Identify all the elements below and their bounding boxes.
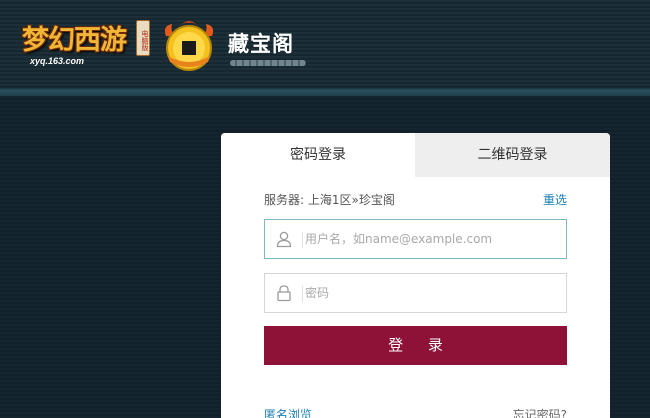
reselect-server-link[interactable]: 重选 xyxy=(543,191,567,208)
site-logo-subtitle xyxy=(230,60,306,66)
header-divider xyxy=(0,86,650,96)
user-icon xyxy=(276,231,292,248)
site-header: 梦幻西游 电脑版 xyq.163.com 藏宝阁 xyxy=(0,0,650,86)
lock-icon xyxy=(277,285,291,302)
login-tabs: 密码登录 二维码登录 xyxy=(221,133,610,177)
coin-icon xyxy=(164,21,214,71)
server-row: 服务器: 上海1区»珍宝阁 重选 xyxy=(264,191,567,209)
anonymous-browse-link[interactable]: 匿名浏览 xyxy=(264,406,312,418)
password-input[interactable] xyxy=(303,274,565,312)
site-logo[interactable]: 藏宝阁 xyxy=(158,14,318,74)
tab-password-login[interactable]: 密码登录 xyxy=(221,133,415,177)
game-logo-tag: 电脑版 xyxy=(136,20,150,56)
forgot-password-link[interactable]: 忘记密码? xyxy=(513,406,567,418)
server-label: 服务器: 上海1区»珍宝阁 xyxy=(264,193,395,207)
site-logo-title: 藏宝阁 xyxy=(228,32,294,56)
username-input[interactable] xyxy=(303,220,565,258)
password-field[interactable] xyxy=(264,273,567,313)
game-logo-url: xyq.163.com xyxy=(30,56,85,66)
login-button[interactable]: 登 录 xyxy=(264,326,567,365)
login-panel: 密码登录 二维码登录 服务器: 上海1区»珍宝阁 重选 登 录 匿名浏览 忘记密… xyxy=(221,133,610,418)
game-logo-title: 梦幻西游 xyxy=(22,25,127,56)
tab-qr-login[interactable]: 二维码登录 xyxy=(415,133,610,177)
game-logo[interactable]: 梦幻西游 电脑版 xyq.163.com xyxy=(18,14,154,72)
username-field[interactable] xyxy=(264,219,567,259)
